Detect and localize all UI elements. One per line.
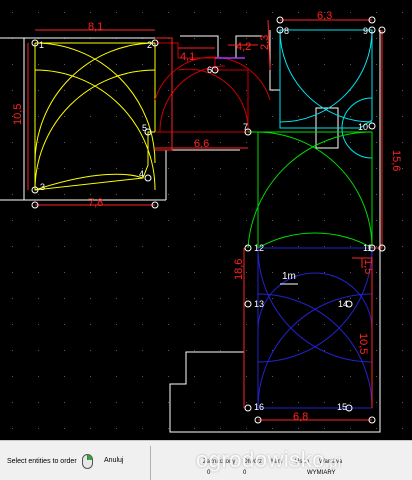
dim-mid: 4,1	[180, 51, 195, 63]
vertex-label: 9	[363, 26, 368, 36]
mouse-icon	[82, 454, 93, 469]
watermark: ogrodowisko.pl	[196, 447, 341, 473]
dim-bottom-left: 7,8	[88, 197, 103, 209]
vertex-label: 8	[284, 26, 289, 36]
dim-vert-small: 2,3	[259, 35, 271, 50]
watermark-suffix: .pl	[325, 454, 342, 470]
dim-corridor: 6,6	[194, 138, 209, 150]
vertex-label: 16	[254, 402, 264, 412]
vertex-label: 6	[207, 65, 212, 75]
vertex-label: 13	[254, 299, 264, 309]
dim-stair-left: 18,6	[233, 259, 245, 280]
dim-stair-bottom: 6,8	[293, 411, 308, 423]
cancel-button[interactable]: Anuluj	[80, 451, 128, 473]
vertex-label: 1	[39, 40, 44, 50]
scale-label: 1m	[282, 271, 296, 282]
drawing-canvas[interactable]: 1 2 3 4 5 6 7 8 9 10 11 12 13 14 15 16 8…	[0, 0, 412, 440]
vertex-label: 4	[139, 169, 144, 179]
grid-dots	[0, 0, 412, 440]
dim-top-left: 8,1	[88, 21, 103, 33]
vertex-label: 15	[337, 402, 347, 412]
dim-top-right: 6,3	[317, 10, 332, 22]
dim-right-side: 15,6	[390, 150, 402, 171]
vertex-label: 7	[243, 122, 248, 132]
vertex-label: 10	[358, 122, 368, 132]
vertex-label: 3	[40, 182, 45, 192]
vertex-label: 12	[254, 243, 264, 253]
vertex-label: 14	[338, 299, 348, 309]
vertex-label: 11	[363, 243, 372, 253]
cancel-label: Anuluj	[104, 457, 124, 464]
dim-small-top: 4,2	[236, 41, 251, 53]
dim-left-side: 10,5	[12, 104, 24, 125]
dim-small-right: 1,5	[362, 259, 374, 274]
dim-stair-right: 10,5	[357, 333, 369, 354]
watermark-text: ogrodowisko	[196, 447, 326, 472]
vertex-label: 5	[142, 123, 147, 133]
command-prompt: Select entities to order	[7, 458, 77, 465]
vertex-label: 2	[147, 40, 152, 50]
